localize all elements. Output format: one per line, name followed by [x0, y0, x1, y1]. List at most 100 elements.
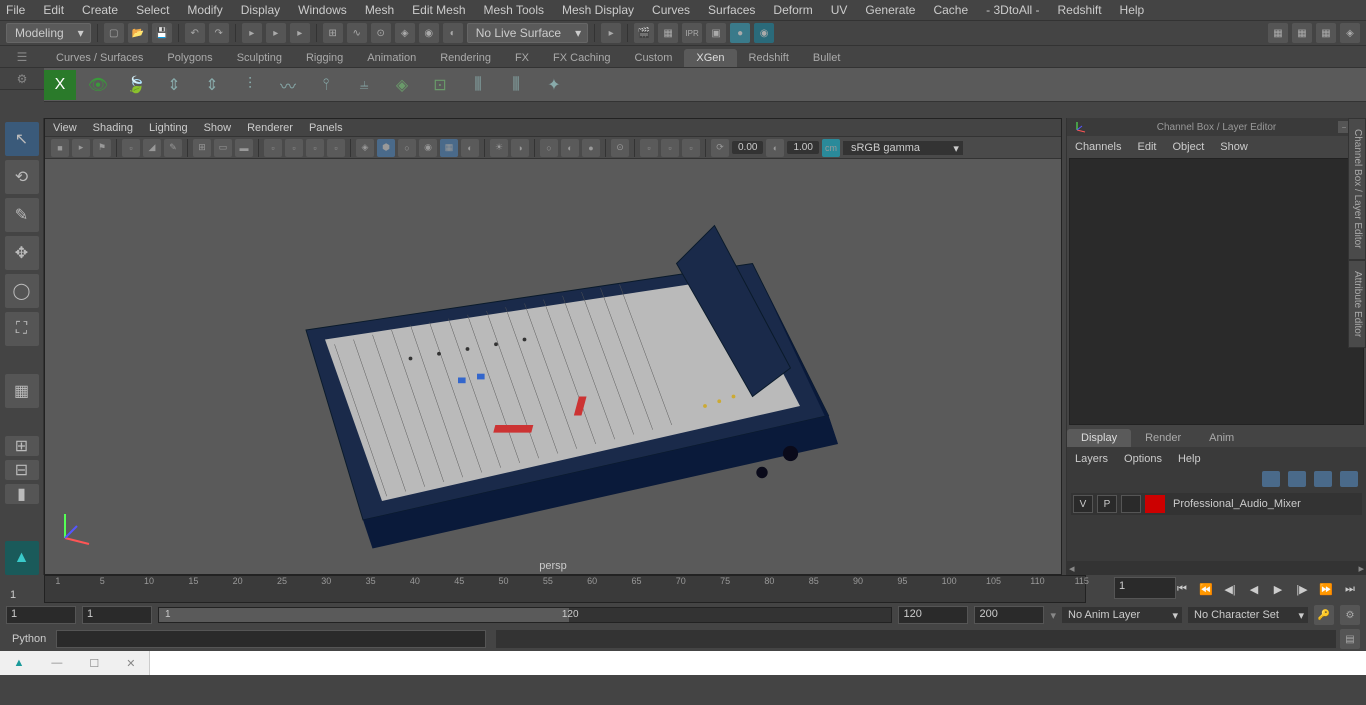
maya-logo-icon[interactable]: ▲ [5, 541, 39, 575]
shelf-tab-curves[interactable]: Curves / Surfaces [44, 49, 155, 67]
vp-tb-10[interactable]: ▫ [264, 139, 282, 157]
new-scene-icon[interactable]: ▢ [104, 23, 124, 43]
history-icon[interactable]: ▸ [601, 23, 621, 43]
vp-film-icon[interactable]: ▭ [214, 139, 232, 157]
layers-help[interactable]: Help [1178, 453, 1201, 465]
taskbar-app[interactable]: ▲ — ☐ ✕ [0, 651, 150, 675]
menu-modify[interactable]: Modify [187, 3, 222, 17]
vp-tb-19[interactable]: ◐ [461, 139, 479, 157]
menu-surfaces[interactable]: Surfaces [708, 3, 755, 17]
select-object-icon[interactable]: ▸ [266, 23, 286, 43]
vp-grid-icon[interactable]: ⊞ [193, 139, 211, 157]
menu-edit[interactable]: Edit [43, 3, 64, 17]
vp-gate-icon[interactable]: ▬ [235, 139, 253, 157]
layer-color-swatch[interactable] [1145, 495, 1165, 513]
xgen-icon-6[interactable]: ⫶ [234, 70, 266, 100]
step-fwd-icon[interactable]: |▶ [1292, 579, 1312, 599]
layout-3-icon[interactable]: ▮ [5, 484, 39, 504]
xgen-icon-5[interactable]: ⇕ [196, 70, 228, 100]
xgen-icon-7[interactable]: 〰 [272, 70, 304, 100]
workspace-selector[interactable]: Modeling [6, 23, 91, 43]
taskbar-close-icon[interactable]: ✕ [126, 657, 135, 670]
open-scene-icon[interactable]: 📂 [128, 23, 148, 43]
vp-tb-22[interactable]: ○ [540, 139, 558, 157]
shelf-tab-animation[interactable]: Animation [355, 49, 428, 67]
vp-tb-26[interactable]: ▫ [640, 139, 658, 157]
xgen-icon-13[interactable]: ⫼ [500, 70, 532, 100]
layer-btn-1[interactable] [1262, 471, 1280, 487]
viewport-canvas[interactable] [45, 159, 1061, 558]
select-tool[interactable]: ↖ [5, 122, 39, 156]
vp-menu-panels[interactable]: Panels [309, 122, 343, 134]
layer-btn-3[interactable] [1314, 471, 1332, 487]
vp-tb-11[interactable]: ▫ [285, 139, 303, 157]
layers-options[interactable]: Options [1124, 453, 1162, 465]
menu-select[interactable]: Select [136, 3, 169, 17]
layer-tab-anim[interactable]: Anim [1195, 429, 1248, 447]
cb-channels[interactable]: Channels [1075, 141, 1121, 153]
step-back-icon[interactable]: ◀| [1220, 579, 1240, 599]
vp-tb-16[interactable]: ○ [398, 139, 416, 157]
current-frame-input[interactable]: 1 [1114, 577, 1176, 599]
layer-row[interactable]: V P Professional_Audio_Mixer [1071, 493, 1362, 515]
layer-btn-2[interactable] [1288, 471, 1306, 487]
shelf-toggle-icon[interactable]: ⚙ [0, 68, 44, 90]
shelf-tab-polygons[interactable]: Polygons [155, 49, 224, 67]
step-back-key-icon[interactable]: ⏪ [1196, 579, 1216, 599]
render-frame-icon[interactable]: 🎬 [634, 23, 654, 43]
vp-textured-icon[interactable]: ▦ [440, 139, 458, 157]
character-set-dropdown[interactable]: No Character Set [1188, 607, 1308, 623]
vp-exposure-icon[interactable]: ⟳ [711, 139, 729, 157]
layer-tab-render[interactable]: Render [1131, 429, 1195, 447]
menu-generate[interactable]: Generate [865, 3, 915, 17]
menu-cache[interactable]: Cache [933, 3, 968, 17]
layer-scrollbar[interactable]: ◂▸ [1067, 561, 1366, 575]
menu-uv[interactable]: UV [831, 3, 848, 17]
menu-redshift[interactable]: Redshift [1058, 3, 1102, 17]
vp-tb-2[interactable]: ▸ [72, 139, 90, 157]
menu-help[interactable]: Help [1120, 3, 1145, 17]
xgen-icon-12[interactable]: ⫼ [462, 70, 494, 100]
shelf-tab-bullet[interactable]: Bullet [801, 49, 853, 67]
hypershade-icon[interactable]: ● [730, 23, 750, 43]
workspace-icon-4[interactable]: ◈ [1340, 23, 1360, 43]
live-surface-dropdown[interactable]: No Live Surface [467, 23, 588, 43]
menu-file[interactable]: File [6, 3, 25, 17]
vp-tb-6[interactable]: ✎ [164, 139, 182, 157]
layer-btn-4[interactable] [1340, 471, 1358, 487]
snap-toggle-icon[interactable]: ◐ [443, 23, 463, 43]
menu-windows[interactable]: Windows [298, 3, 347, 17]
shelf-tab-fx[interactable]: FX [503, 49, 541, 67]
xgen-icon-11[interactable]: ⊡ [424, 70, 456, 100]
select-hierarchy-icon[interactable]: ▸ [242, 23, 262, 43]
vp-tb-5[interactable]: ◢ [143, 139, 161, 157]
vp-tb-23[interactable]: ◐ [561, 139, 579, 157]
menu-mesh-display[interactable]: Mesh Display [562, 3, 634, 17]
vp-tb-17[interactable]: ◉ [419, 139, 437, 157]
vp-tb-13[interactable]: ▫ [327, 139, 345, 157]
layers-menu[interactable]: Layers [1075, 453, 1108, 465]
vp-gamma-value[interactable]: 1.00 [787, 141, 818, 154]
render-settings-icon[interactable]: IPR [682, 23, 702, 43]
xgen-icon-14[interactable]: ✦ [538, 70, 570, 100]
range-dd-icon[interactable]: ▾ [1050, 609, 1056, 622]
menu-edit-mesh[interactable]: Edit Mesh [412, 3, 465, 17]
layout-tool[interactable]: ▦ [5, 374, 39, 408]
vp-light-icon[interactable]: ☀ [490, 139, 508, 157]
xgen-icon-1[interactable]: X [44, 70, 76, 100]
xgen-icon-8[interactable]: ⫯ [310, 70, 342, 100]
range-handle[interactable] [159, 608, 569, 622]
render-view-icon[interactable]: ▣ [706, 23, 726, 43]
vp-wireframe-icon[interactable]: ◈ [356, 139, 374, 157]
play-fwd-icon[interactable]: ▶ [1268, 579, 1288, 599]
go-end-icon[interactable]: ⏭ [1340, 579, 1360, 599]
layer-vis-toggle[interactable]: V [1073, 495, 1093, 513]
menu-display[interactable]: Display [241, 3, 280, 17]
playback-start-input[interactable]: 1 [82, 606, 152, 624]
lasso-tool[interactable]: ⟲ [5, 160, 39, 194]
undo-icon[interactable]: ↶ [185, 23, 205, 43]
scale-tool[interactable]: ⛶ [5, 312, 39, 346]
vp-tb-27[interactable]: ▫ [661, 139, 679, 157]
layer-type-toggle[interactable] [1121, 495, 1141, 513]
range-end-input[interactable]: 200 [974, 606, 1044, 624]
